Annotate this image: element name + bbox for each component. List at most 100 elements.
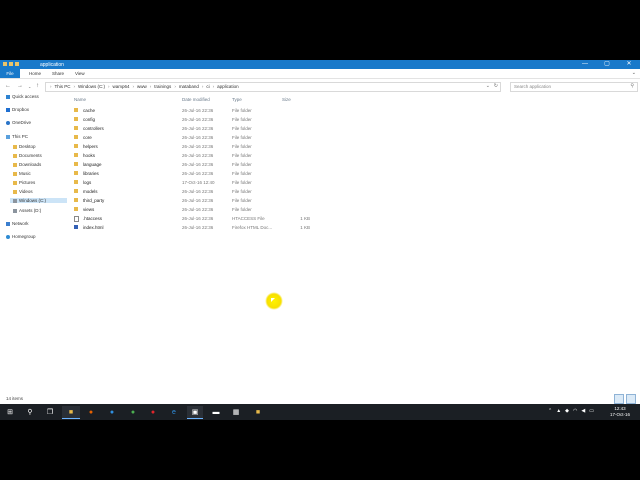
- html-file-icon: [74, 225, 78, 229]
- forward-arrow-icon[interactable]: →: [17, 83, 23, 89]
- volume-icon[interactable]: ◀: [581, 408, 585, 414]
- internet-explorer-taskbar-button[interactable]: e: [168, 406, 180, 418]
- calculator-taskbar-button[interactable]: ▦: [230, 406, 242, 418]
- terminal-taskbar-button[interactable]: ▬: [208, 406, 224, 418]
- nav-desktop[interactable]: Desktop: [13, 144, 36, 149]
- file-row[interactable]: libraries 26-Jul-16 22:36 File folder: [68, 169, 640, 178]
- file-explorer-taskbar-button[interactable]: ■: [62, 406, 80, 419]
- column-header-type[interactable]: Type: [232, 97, 242, 102]
- file-date: 26-Jul-16 22:36: [182, 108, 214, 113]
- column-header-name[interactable]: Name: [74, 97, 86, 102]
- breadcrumb-separator[interactable]: ›: [108, 84, 110, 89]
- close-button[interactable]: ✕: [618, 60, 640, 69]
- breadcrumb-separator[interactable]: ›: [50, 84, 52, 89]
- tab-home[interactable]: Home: [29, 71, 41, 76]
- drive-icon: [13, 198, 17, 203]
- file-date: 26-Jul-16 22:36: [182, 216, 214, 221]
- chrome-taskbar-button[interactable]: ●: [127, 406, 139, 418]
- taskbar-clock[interactable]: 12:43 17-Oct-16: [610, 406, 630, 418]
- nav-dropbox[interactable]: Dropbox: [6, 107, 29, 112]
- breadcrumb-item[interactable]: application: [217, 84, 239, 89]
- start-button[interactable]: ⊞: [4, 406, 16, 418]
- drive-icon: [13, 208, 17, 213]
- nav-windows-c[interactable]: Windows (C:): [10, 198, 67, 203]
- onedrive-icon: [6, 120, 10, 125]
- file-row[interactable]: third_party 26-Jul-16 22:36 File folder: [68, 196, 640, 205]
- address-bar[interactable]: › This PC › Windows (C:) › wamp64 › www › trainin…: [45, 82, 501, 92]
- nav-videos[interactable]: Videos: [13, 189, 33, 194]
- opera-taskbar-button[interactable]: ●: [147, 406, 159, 418]
- breadcrumb-separator[interactable]: ›: [150, 84, 152, 89]
- breadcrumb-separator[interactable]: ›: [213, 84, 215, 89]
- breadcrumb-item[interactable]: ci: [206, 84, 209, 89]
- breadcrumb-separator[interactable]: ›: [133, 84, 135, 89]
- task-view-button[interactable]: ❐: [44, 406, 56, 418]
- breadcrumb-item[interactable]: trainings: [154, 84, 171, 89]
- breadcrumb-separator[interactable]: ›: [202, 84, 204, 89]
- file-row[interactable]: logs 17-Oct-16 12:40 File folder: [68, 178, 640, 187]
- folder-taskbar-button[interactable]: ■: [250, 406, 266, 418]
- nav-music[interactable]: Music: [13, 171, 31, 176]
- file-row[interactable]: controllers 26-Jul-16 22:36 File folder: [68, 124, 640, 133]
- breadcrumb-item[interactable]: wamp64: [113, 84, 130, 89]
- tab-view[interactable]: View: [75, 71, 85, 76]
- breadcrumb-item[interactable]: www: [137, 84, 147, 89]
- folder-icon: [74, 189, 78, 193]
- breadcrumb-item[interactable]: mataband: [179, 84, 199, 89]
- up-arrow-icon[interactable]: ↑: [36, 83, 39, 89]
- file-row[interactable]: helpers 26-Jul-16 22:36 File folder: [68, 142, 640, 151]
- recent-locations-icon[interactable]: ⌄: [28, 84, 31, 89]
- search-taskbar-button[interactable]: ⚲: [24, 406, 36, 418]
- breadcrumb-separator[interactable]: ›: [174, 84, 176, 89]
- refresh-icon[interactable]: ↻: [494, 83, 498, 89]
- properties-icon[interactable]: [9, 62, 13, 66]
- column-header-size[interactable]: Size: [282, 97, 291, 102]
- nav-this-pc[interactable]: This PC: [6, 134, 28, 139]
- app-taskbar-button[interactable]: ▣: [187, 406, 203, 419]
- tab-file[interactable]: File: [0, 69, 20, 78]
- nav-pictures[interactable]: Pictures: [13, 180, 35, 185]
- file-row[interactable]: hooks 26-Jul-16 22:36 File folder: [68, 151, 640, 160]
- address-dropdown-icon[interactable]: ⌄: [486, 83, 490, 89]
- search-input[interactable]: Search application ⚲: [510, 82, 638, 92]
- back-arrow-icon[interactable]: ←: [5, 83, 11, 89]
- file-type: File folder: [232, 162, 252, 167]
- windows-logo-icon: ⊞: [7, 409, 13, 416]
- file-row[interactable]: views 26-Jul-16 22:36 File folder: [68, 205, 640, 214]
- file-row[interactable]: models 26-Jul-16 22:36 File folder: [68, 187, 640, 196]
- new-folder-icon[interactable]: [15, 62, 19, 66]
- breadcrumb-item[interactable]: This PC: [55, 84, 71, 89]
- nav-onedrive[interactable]: OneDrive: [6, 120, 31, 125]
- file-row[interactable]: core 26-Jul-16 22:36 File folder: [68, 133, 640, 142]
- column-header-date[interactable]: Date modified: [182, 97, 210, 102]
- nav-assets-d[interactable]: Assets (D:): [13, 208, 41, 213]
- file-row[interactable]: config 26-Jul-16 22:36 File folder: [68, 115, 640, 124]
- chevron-up-icon[interactable]: ⌃: [548, 408, 552, 414]
- breadcrumb-separator[interactable]: ›: [74, 84, 76, 89]
- expand-ribbon-button[interactable]: ⌄: [632, 70, 636, 76]
- wifi-icon[interactable]: ◠: [573, 408, 577, 414]
- breadcrumb-item[interactable]: Windows (C:): [78, 84, 105, 89]
- file-row[interactable]: .htaccess 26-Jul-16 22:36 HTACCESS File 1 K…: [68, 214, 640, 223]
- nav-network[interactable]: Network: [6, 221, 29, 226]
- network-tray-icon[interactable]: ▲: [556, 408, 561, 414]
- folder-icon: [74, 144, 78, 148]
- address-row: ← → ⌄ ↑ › This PC › Windows (C:) › wamp64 › www…: [0, 80, 640, 92]
- nav-quick-access[interactable]: Quick access: [6, 94, 39, 99]
- firefox-taskbar-button[interactable]: ●: [85, 406, 97, 418]
- minimize-button[interactable]: —: [574, 60, 596, 69]
- maximize-button[interactable]: ▢: [596, 60, 618, 69]
- dropbox-tray-icon[interactable]: ◆: [565, 408, 569, 414]
- nav-homegroup[interactable]: Homegroup: [6, 234, 36, 239]
- keyboard-icon[interactable]: ▭: [589, 408, 594, 414]
- large-icons-view-button[interactable]: [626, 394, 636, 404]
- tab-share[interactable]: Share: [52, 71, 64, 76]
- file-row[interactable]: index.html 26-Jul-16 22:36 Firefox HTML Do…: [68, 223, 640, 232]
- nav-downloads[interactable]: Downloads: [13, 162, 41, 167]
- nav-documents[interactable]: Documents: [13, 153, 42, 158]
- file-row[interactable]: cache 26-Jul-16 22:36 File folder: [68, 106, 640, 115]
- folder-icon[interactable]: [3, 62, 7, 66]
- edge-taskbar-button[interactable]: ●: [106, 406, 118, 418]
- file-row[interactable]: language 26-Jul-16 22:36 File folder: [68, 160, 640, 169]
- details-view-button[interactable]: [614, 394, 624, 404]
